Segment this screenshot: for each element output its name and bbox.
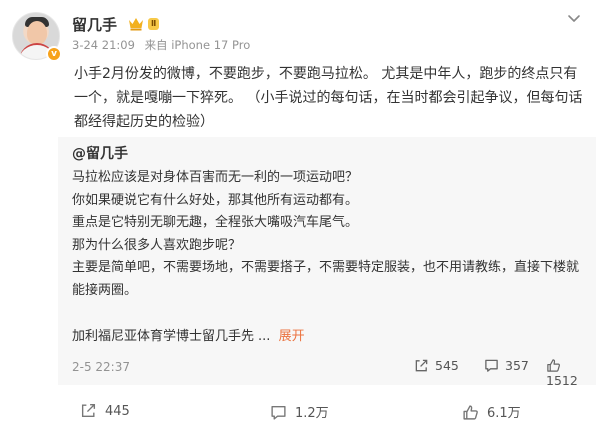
action-toolbar: 445 1.2万 6.1万	[0, 392, 600, 432]
repost-likes-count: 1512	[546, 373, 578, 388]
repost-comments-count: 357	[505, 358, 529, 373]
repost-date[interactable]: 2-5 22:37	[72, 360, 130, 374]
repost-likes[interactable]: 1512	[546, 358, 596, 388]
repost-signature: 加利福尼亚体育学博士留几手先... 展开	[72, 325, 305, 344]
repost-line: 主要是简单吧，不需要场地，不需要搭子，不需要特定服装，也不用请教练，直接下楼就能…	[72, 260, 580, 298]
repost-line: 重点是它特别无聊无趣，全程张大嘴吸汽车尾气。	[72, 215, 359, 230]
post-meta: 3-24 21:09 来自 iPhone 17 Pro	[72, 37, 256, 53]
repost-icon	[415, 359, 428, 372]
repost-line: 你如果硬说它有什么好处，那其他所有运动都有。	[72, 192, 359, 208]
repost-count: 445	[105, 404, 130, 419]
repost-line: 马拉松应该是对身体百害而无一利的一项运动吧？	[72, 170, 359, 185]
repost-button[interactable]: 445	[80, 402, 130, 419]
reposted-weibo[interactable]: @留几手 马拉松应该是对身体百害而无一利的一项运动吧？ 你如果硬说它有什么好处，…	[58, 137, 596, 388]
crown-icon	[129, 18, 143, 31]
repost-author[interactable]: @留几手	[72, 143, 128, 163]
repost-reposts-count: 545	[435, 358, 459, 373]
like-count: 6.1万	[487, 406, 521, 421]
repost-line: 那为什么很多人喜欢跑步呢？	[72, 237, 242, 253]
ellipsis: ...	[258, 329, 271, 344]
post-content: 小手2月份发的微博，不要跑步，不要跑马拉松。 尤其是中年人，跑步的终点只有一个，…	[74, 62, 584, 134]
repost-content: 马拉松应该是对身体百害而无一利的一项运动吧？ 你如果硬说它有什么好处，那其他所有…	[72, 167, 582, 302]
like-button[interactable]: 6.1万	[462, 402, 521, 421]
chevron-down-icon[interactable]	[566, 12, 582, 26]
post-source: 来自 iPhone 17 Pro	[144, 38, 251, 52]
expand-link[interactable]: 展开	[279, 329, 305, 344]
author-name[interactable]: 留几手	[72, 14, 117, 35]
verified-badge-icon: v	[46, 46, 62, 62]
repost-icon	[81, 403, 96, 418]
comment-icon	[271, 405, 286, 420]
comment-icon	[485, 359, 498, 372]
avatar-face	[27, 21, 47, 45]
thumbs-up-icon	[463, 405, 478, 420]
comment-button[interactable]: 1.2万	[270, 402, 329, 421]
comment-count: 1.2万	[295, 406, 329, 421]
thumbs-up-icon	[547, 359, 560, 372]
repost-reposts[interactable]: 545	[414, 358, 459, 373]
repost-comments[interactable]: 357	[484, 358, 529, 373]
vip-badge: Ⅱ	[148, 18, 160, 30]
post-time[interactable]: 3-24 21:09	[72, 38, 135, 52]
signature-text: 加利福尼亚体育学博士留几手先	[72, 329, 255, 344]
post-header: v 留几手 Ⅱ 3-24 21:09 来自 iPhone 17 Pro	[12, 12, 588, 62]
